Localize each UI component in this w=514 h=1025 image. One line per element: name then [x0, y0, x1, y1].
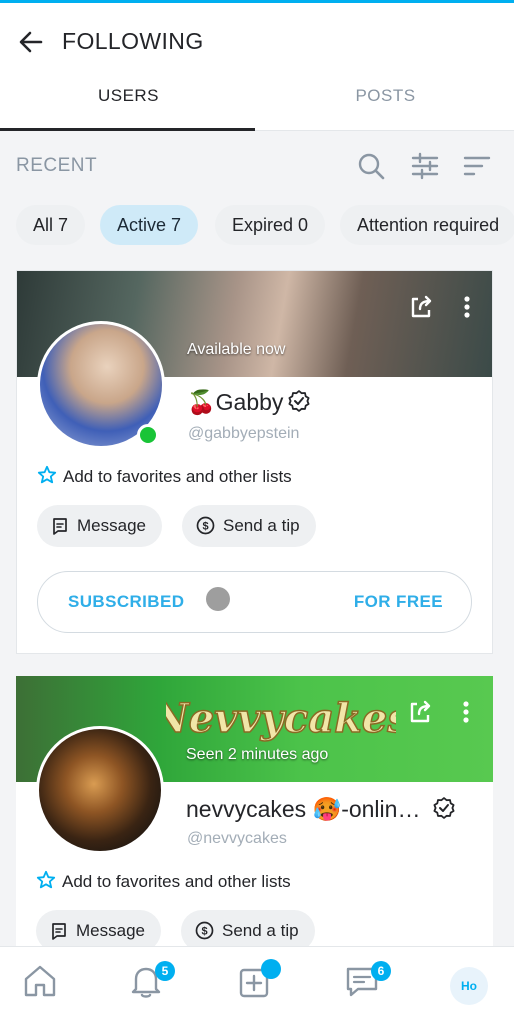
section-label: RECENT — [16, 155, 98, 176]
message-icon — [52, 923, 66, 940]
svg-text:$: $ — [202, 521, 208, 533]
send-tip-button[interactable]: $ Send a tip — [182, 505, 316, 547]
availability-status: Available now — [187, 341, 286, 358]
header: FOLLOWING USERS POSTS — [0, 3, 514, 131]
messages-badge: 6 — [371, 961, 391, 981]
more-options-icon[interactable] — [453, 293, 481, 321]
last-seen-status: Seen 2 minutes ago — [186, 746, 329, 763]
star-icon — [37, 465, 57, 484]
online-indicator — [137, 424, 159, 446]
tip-label: Send a tip — [222, 921, 299, 940]
profile-avatar[interactable]: Ho — [450, 967, 488, 1005]
subscribed-button[interactable]: SUBSCRIBED FOR FREE — [37, 571, 472, 633]
subscribed-label: SUBSCRIBED — [68, 592, 185, 611]
verified-icon — [288, 390, 310, 412]
subscription-price: FOR FREE — [353, 592, 443, 611]
dollar-icon: $ — [196, 516, 215, 535]
username-handle: @nevvycakes — [187, 830, 287, 847]
user-card: Nevvycakes Seen 2 minutes ago nevvycakes… — [16, 676, 493, 966]
filter-chip-expired[interactable]: Expired 0 — [215, 205, 326, 245]
filter-sliders-icon[interactable] — [409, 150, 441, 182]
add-to-favorites[interactable]: Add to favorites and other lists — [36, 870, 291, 892]
message-icon — [53, 518, 67, 535]
favorites-label: Add to favorites and other lists — [63, 467, 292, 486]
filter-chip-all[interactable]: All 7 — [16, 205, 86, 245]
notifications-badge: 5 — [155, 961, 175, 981]
star-icon — [36, 870, 56, 889]
message-label: Message — [77, 516, 146, 535]
svg-text:Nevvycakes: Nevvycakes — [166, 695, 396, 742]
message-button[interactable]: Message — [37, 505, 162, 547]
tab-posts[interactable]: POSTS — [257, 86, 514, 106]
tip-label: Send a tip — [223, 516, 300, 535]
search-icon[interactable] — [355, 150, 387, 182]
display-name[interactable]: nevvycakes 🥵-onlin… — [186, 796, 456, 823]
share-icon[interactable] — [407, 293, 435, 321]
dollar-icon: $ — [195, 921, 214, 940]
message-label: Message — [76, 921, 145, 940]
username-handle: @gabbyepstein — [188, 425, 300, 442]
share-icon[interactable] — [406, 698, 434, 726]
add-to-favorites[interactable]: Add to favorites and other lists — [37, 465, 292, 487]
new-post-dot — [261, 959, 281, 979]
display-name-text: 🍒Gabby — [187, 389, 284, 415]
tab-divider — [255, 130, 514, 131]
svg-text:$: $ — [201, 926, 207, 938]
display-name-text: nevvycakes 🥵-onlin… — [186, 796, 421, 822]
tab-users[interactable]: USERS — [0, 86, 257, 106]
verified-icon — [433, 797, 455, 819]
bottom-nav: 5 6 Ho — [0, 946, 514, 1025]
avatar[interactable] — [36, 726, 164, 854]
banner-logo-text: Nevvycakes — [166, 694, 396, 743]
touch-indicator — [206, 587, 230, 611]
sort-icon[interactable] — [461, 150, 493, 182]
filter-chip-attention[interactable]: Attention required — [340, 205, 514, 245]
display-name[interactable]: 🍒Gabby — [187, 389, 311, 416]
user-card: Available now 🍒Gabby @gabbyepstein Add t… — [16, 270, 493, 654]
more-options-icon[interactable] — [452, 698, 480, 726]
favorites-label: Add to favorites and other lists — [62, 872, 291, 891]
filter-chip-active[interactable]: Active 7 — [100, 205, 199, 245]
home-icon[interactable] — [20, 961, 60, 1001]
active-tab-indicator — [0, 128, 255, 131]
arrow-left-icon[interactable] — [16, 27, 46, 57]
page-title: FOLLOWING — [62, 28, 204, 54]
